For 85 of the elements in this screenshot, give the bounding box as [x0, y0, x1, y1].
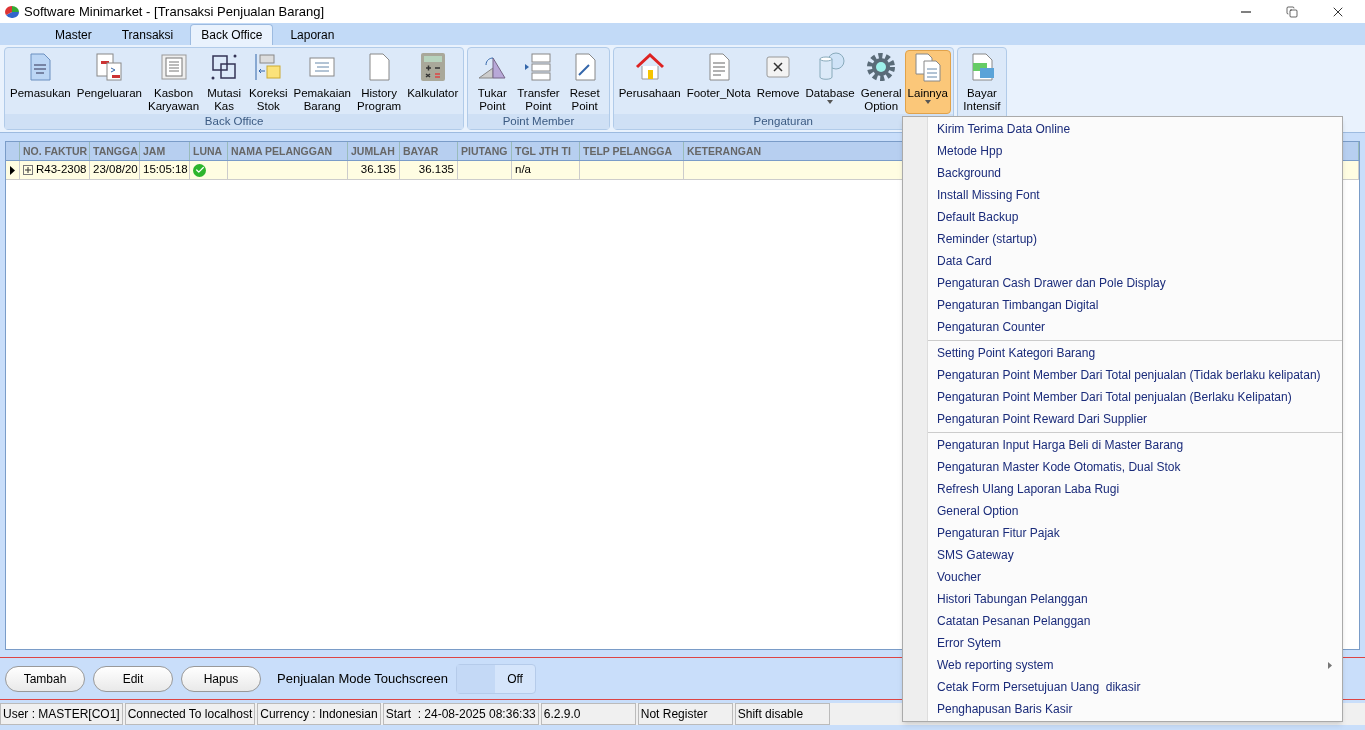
status-field: Shift disable	[734, 703, 830, 725]
menu-item[interactable]: Install Missing Font	[928, 184, 1342, 206]
ribbon-button[interactable]: Bayar Intensif	[959, 50, 1004, 114]
ribbon-button[interactable]: History Program	[354, 50, 405, 114]
menu-item[interactable]: Web reporting system	[928, 654, 1342, 676]
column-header[interactable]: TANGGA	[90, 142, 140, 160]
window-title: Software Minimarket - [Transaksi Penjualan Barang]	[24, 2, 325, 21]
column-header[interactable]: BAYAR	[400, 142, 458, 160]
status-field: User : MASTER[CO1]	[0, 703, 123, 725]
table-cell: 23/08/20	[90, 161, 140, 179]
menu-item[interactable]: Reminder (startup)	[928, 228, 1342, 250]
ribbon-button[interactable]: Perusahaan	[615, 50, 684, 114]
menu-item[interactable]: Pengaturan Point Member Dari Total penjualan (Berlaku Kelipatan)	[928, 386, 1342, 408]
table-cell: n/a	[512, 161, 580, 179]
status-field: Not Register	[637, 703, 733, 725]
ribbon-button[interactable]: General Option	[857, 50, 905, 114]
menu-item[interactable]: Data Card	[928, 250, 1342, 272]
menu-item[interactable]: Histori Tabungan Pelanggan	[928, 588, 1342, 610]
menu-item[interactable]: Voucher	[928, 566, 1342, 588]
ribbon-button[interactable]: Pengeluaran	[73, 50, 145, 114]
ribbon-button[interactable]: Footer_Nota	[683, 50, 754, 114]
group-label: Point Member	[468, 114, 609, 129]
ribbon-tab[interactable]: Back Office	[190, 24, 274, 45]
ribbon-tab[interactable]: Transaksi	[106, 24, 189, 45]
menu-item[interactable]: Pengaturan Point Reward Dari Supplier	[928, 408, 1342, 430]
menu-item[interactable]: Setting Point Kategori Barang	[928, 342, 1342, 364]
action-button[interactable]: Hapus	[181, 665, 261, 692]
status-field: Currency : Indonesian	[257, 703, 381, 725]
status-field: Connected To localhost	[124, 703, 256, 725]
menu-item[interactable]: Default Backup	[928, 206, 1342, 228]
ribbon-button[interactable]: Database	[802, 50, 858, 114]
menu-item[interactable]: Cetak Form Persetujuan Uang dikasir	[928, 676, 1342, 698]
column-header[interactable]: TELP PELANGGA	[580, 142, 684, 160]
column-header[interactable]: JUMLAH	[348, 142, 400, 160]
action-button[interactable]: Tambah	[5, 665, 85, 692]
menu-item[interactable]: Pengaturan Input Harga Beli di Master Barang	[928, 434, 1342, 456]
column-header[interactable]: JAM	[140, 142, 190, 160]
gear-icon	[865, 51, 898, 83]
column-header[interactable]: NAMA PELANGGAN	[228, 142, 348, 160]
ribbon-button[interactable]: Transfer Point	[514, 50, 563, 114]
restore-icon	[1286, 5, 1298, 18]
menu-item[interactable]: Penghapusan Baris Kasir	[928, 698, 1342, 720]
ribbon-button[interactable]: Koreksi Stok	[246, 50, 291, 114]
status-field: 6.2.9.0	[540, 703, 636, 725]
menu-item[interactable]: Pengaturan Cash Drawer dan Pole Display	[928, 272, 1342, 294]
menu-item[interactable]: Background	[928, 162, 1342, 184]
ribbon-button[interactable]: Pemakaian Barang	[290, 50, 354, 114]
ribbon-button[interactable]: Mutasi Kas	[202, 50, 247, 114]
menu-item[interactable]: Pengaturan Master Kode Otomatis, Dual Stok	[928, 456, 1342, 478]
menu-item[interactable]: Error Sytem	[928, 632, 1342, 654]
column-header[interactable]: TGL JTH TI	[512, 142, 580, 160]
menu-item[interactable]: Metode Hpp	[928, 140, 1342, 162]
minimize-icon	[1241, 10, 1251, 13]
mode-toggle[interactable]: Off	[456, 663, 537, 694]
pie-chart-icon	[4, 4, 20, 19]
ribbon-tab[interactable]: Master	[40, 24, 107, 45]
table-cell: 15:05:18	[140, 161, 190, 179]
menu-item[interactable]: Catatan Pesanan Pelanggan	[928, 610, 1342, 632]
menu-item[interactable]: Pengaturan Timbangan Digital	[928, 294, 1342, 316]
menu-item[interactable]: Pengaturan Point Member Dari Total penjualan (Tidak berlaku kelipatan)	[928, 364, 1342, 386]
ribbon-button[interactable]: Lainnya	[904, 50, 951, 114]
ribbon-button[interactable]: Kasbon Karyawan	[144, 50, 203, 114]
ribbon-button[interactable]: Remove	[753, 50, 803, 114]
action-button[interactable]: Edit	[93, 665, 173, 692]
table-cell: 36.135	[400, 161, 458, 179]
ribbon-button[interactable]: Tukar Point	[470, 50, 515, 114]
column-header[interactable]: LUNA	[190, 142, 228, 160]
expand-toggle[interactable]	[23, 165, 33, 175]
ribbon-button[interactable]: Pemasukan	[7, 50, 74, 114]
menu-item[interactable]: Refresh Ulang Laporan Laba Rugi	[928, 478, 1342, 500]
group-label: Back Office	[5, 114, 464, 129]
ribbon-button[interactable]: Kalkulator	[404, 50, 462, 114]
ribbon-tab[interactable]: Laporan	[275, 24, 350, 45]
column-header[interactable]: PIUTANG	[458, 142, 512, 160]
menu-item[interactable]: Pengaturan Fitur Pajak	[928, 522, 1342, 544]
ribbon-button[interactable]: Reset Point	[562, 50, 607, 114]
toggle-label: Penjualan Mode Touchscreen	[277, 669, 449, 688]
menu-item[interactable]: General Option	[928, 500, 1342, 522]
menu-item[interactable]: Pengaturan Counter	[928, 316, 1342, 338]
menu-item[interactable]: SMS Gateway	[928, 544, 1342, 566]
table-cell: 36.135	[348, 161, 400, 179]
table-cell: R43-2308	[20, 161, 90, 179]
house-icon	[633, 51, 666, 83]
column-header[interactable]: NO. FAKTUR	[20, 142, 90, 160]
status-field: Start : 24-08-2025 08:36:33	[382, 703, 539, 725]
